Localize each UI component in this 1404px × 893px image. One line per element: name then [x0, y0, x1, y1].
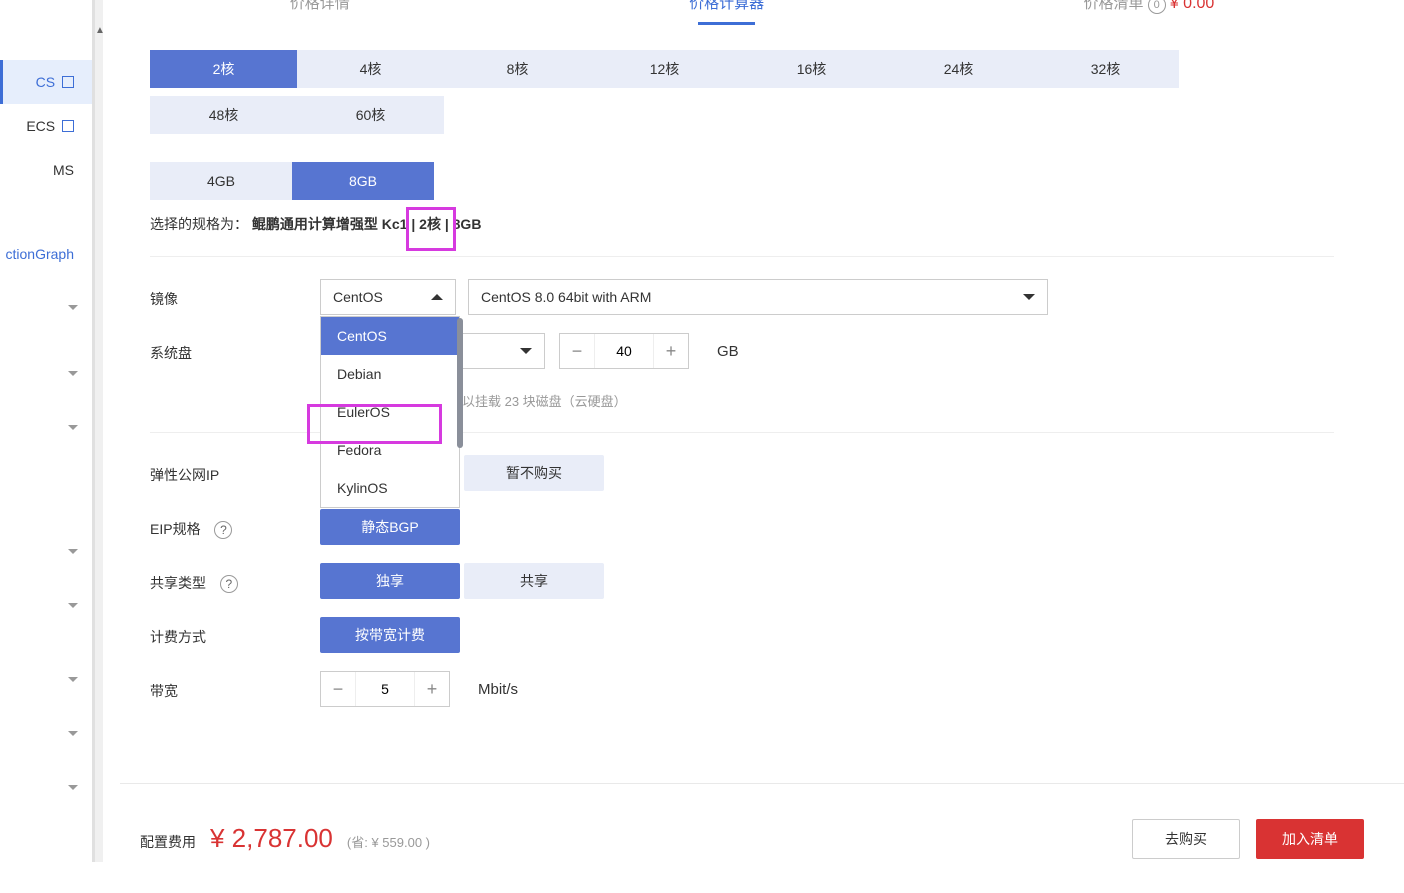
label-eip: 弹性公网IP — [150, 455, 320, 485]
sidebar-item-functiongraph[interactable]: ctionGraph — [0, 232, 92, 276]
disk-size-minus[interactable]: − — [560, 334, 594, 368]
core-opt-4[interactable]: 4核 — [297, 50, 444, 88]
disk-hint: 以挂载 23 块磁盘（云硬盘） — [462, 391, 1334, 410]
sidebar-item-label: ctionGraph — [6, 246, 74, 262]
scroll-up-icon[interactable]: ▲ — [95, 25, 103, 36]
help-icon[interactable]: ? — [220, 575, 238, 593]
tab-price-detail[interactable]: 价格详情 — [270, 0, 370, 23]
core-opt-60[interactable]: 60核 — [297, 96, 444, 134]
share-shared[interactable]: 共享 — [464, 563, 604, 599]
sidebar-expand-1[interactable] — [0, 286, 92, 330]
bandwidth-input[interactable] — [355, 672, 415, 706]
os-option-centos[interactable]: CentOS — [321, 317, 459, 355]
dropdown-scrollbar[interactable] — [457, 318, 463, 448]
spec-prefix: 选择的规格为： — [150, 216, 248, 232]
label-share: 共享类型 ? — [150, 563, 320, 593]
top-tabs: 价格详情 价格计算器 价格清单 0 ¥ 0.00 — [120, 0, 1364, 22]
os-version-value: CentOS 8.0 64bit with ARM — [481, 289, 651, 305]
os-version-select[interactable]: CentOS 8.0 64bit with ARM — [468, 279, 1048, 315]
chevron-down-icon — [1023, 294, 1035, 306]
doc-icon — [62, 76, 74, 88]
buy-button[interactable]: 去购买 — [1132, 819, 1240, 859]
bandwidth-plus[interactable]: + — [415, 672, 449, 706]
bandwidth-stepper: − + — [320, 671, 450, 707]
sidebar-item-label: ECS — [26, 118, 55, 134]
sidebar-expand-7[interactable] — [0, 712, 92, 756]
sidebar-expand-4[interactable] — [0, 530, 92, 574]
sidebar: ▲ CS ECS MS ctionGraph — [0, 0, 95, 862]
disk-size-stepper: − + — [559, 333, 689, 369]
os-option-kylinos[interactable]: KylinOS — [321, 469, 459, 507]
sidebar-item-label: MS — [53, 162, 74, 178]
os-option-euleros[interactable]: EulerOS — [321, 393, 459, 431]
sidebar-expand-8[interactable] — [0, 766, 92, 810]
price-list-label: 价格清单 — [1083, 0, 1143, 12]
sidebar-expand-6[interactable] — [0, 658, 92, 702]
core-opt-2[interactable]: 2核 — [150, 50, 297, 88]
footer-save: (省: ¥ 559.00 ) — [347, 832, 430, 851]
core-opt-8[interactable]: 8核 — [444, 50, 591, 88]
cart-price: ¥ 0.00 — [1170, 0, 1214, 12]
selected-spec: 选择的规格为： 鲲鹏通用计算增强型 Kc1 | 2核 | 8GB — [150, 214, 1334, 234]
core-opt-32[interactable]: 32核 — [1032, 50, 1179, 88]
chevron-up-icon — [431, 288, 443, 300]
os-select-value: CentOS — [333, 289, 383, 305]
core-opt-48[interactable]: 48核 — [150, 96, 297, 134]
help-icon[interactable]: ? — [214, 521, 232, 539]
sidebar-item-label: CS — [36, 74, 55, 90]
tab-price-list[interactable]: 价格清单 0 ¥ 0.00 — [1083, 0, 1214, 14]
spec-value: 鲲鹏通用计算增强型 Kc1 | 2核 | 8GB — [252, 216, 482, 232]
label-image: 镜像 — [150, 279, 320, 309]
core-opt-12[interactable]: 12核 — [591, 50, 738, 88]
eipspec-static-bgp[interactable]: 静态BGP — [320, 509, 460, 545]
mem-opt-8gb[interactable]: 8GB — [292, 162, 434, 200]
footer-cfg-label: 配置费用 — [140, 832, 196, 852]
core-opt-16[interactable]: 16核 — [738, 50, 885, 88]
sidebar-expand-2[interactable] — [0, 352, 92, 396]
os-select[interactable]: CentOS CentOS Debian EulerOS Fedora Kyli… — [320, 279, 456, 315]
sidebar-scrollbar[interactable]: ▲ — [95, 0, 103, 862]
disk-size-input[interactable] — [594, 334, 654, 368]
sidebar-item-ms[interactable]: MS — [0, 148, 92, 192]
bill-bandwidth[interactable]: 按带宽计费 — [320, 617, 460, 653]
add-to-list-button[interactable]: 加入清单 — [1256, 819, 1364, 859]
label-bill: 计费方式 — [150, 617, 320, 647]
mem-opt-4gb[interactable]: 4GB — [150, 162, 292, 200]
footer-price: ¥ 2,787.00 — [210, 823, 333, 854]
chevron-down-icon — [520, 348, 532, 360]
label-sysdisk: 系统盘 — [150, 333, 320, 363]
tab-price-calc[interactable]: 价格计算器 — [669, 0, 784, 23]
sidebar-expand-5[interactable] — [0, 584, 92, 628]
cart-count: 0 — [1148, 0, 1166, 14]
divider — [150, 256, 1334, 257]
disk-unit: GB — [717, 343, 739, 360]
disk-size-plus[interactable]: + — [654, 334, 688, 368]
eip-nobuy[interactable]: 暂不购买 — [464, 455, 604, 491]
mem-options: 4GB 8GB — [150, 162, 1334, 200]
os-option-debian[interactable]: Debian — [321, 355, 459, 393]
main-content: 2核 4核 8核 12核 16核 24核 32核 48核 60核 4GB 8GB… — [120, 40, 1364, 783]
label-eipspec: EIP规格 ? — [150, 509, 320, 539]
label-bandwidth: 带宽 — [150, 671, 320, 701]
os-option-fedora[interactable]: Fedora — [321, 431, 459, 469]
footer-bar: 配置费用 ¥ 2,787.00 (省: ¥ 559.00 ) 去购买 加入清单 — [120, 783, 1404, 893]
bandwidth-unit: Mbit/s — [478, 681, 518, 698]
sidebar-item-ecs[interactable]: ECS — [0, 104, 92, 148]
os-dropdown: CentOS Debian EulerOS Fedora KylinOS — [320, 316, 460, 508]
core-opt-24[interactable]: 24核 — [885, 50, 1032, 88]
doc-icon — [62, 120, 74, 132]
bandwidth-minus[interactable]: − — [321, 672, 355, 706]
core-options-row2: 48核 60核 — [150, 96, 1334, 134]
sidebar-item-cs[interactable]: CS — [0, 60, 92, 104]
share-exclusive[interactable]: 独享 — [320, 563, 460, 599]
sidebar-expand-3[interactable] — [0, 406, 92, 450]
core-options-row1: 2核 4核 8核 12核 16核 24核 32核 — [150, 50, 1334, 88]
